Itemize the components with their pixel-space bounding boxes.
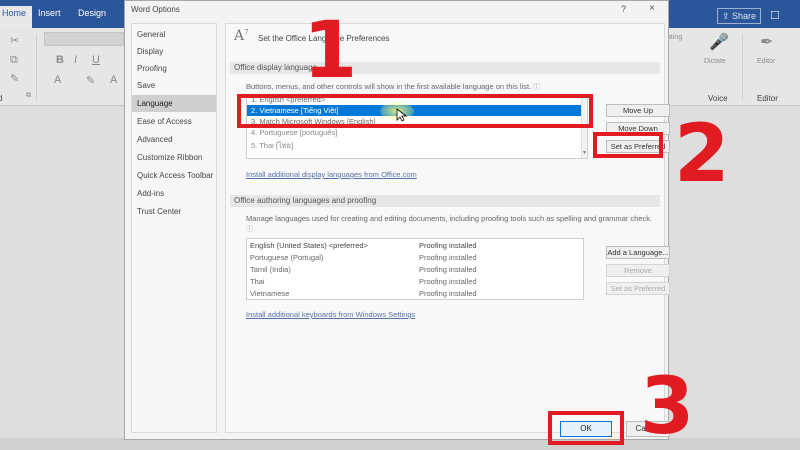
bold-icon[interactable]: B (56, 54, 64, 66)
annotation-box-set-preferred (593, 132, 663, 158)
remove-button[interactable]: Remove (606, 264, 670, 277)
list-item[interactable]: 5. Thai [ไทย] (247, 140, 581, 151)
annotation-box-ok (548, 411, 624, 445)
display-language-header: Office display language (230, 62, 660, 74)
share-icon: ⇪ (721, 11, 730, 21)
help-icon[interactable]: ? (621, 4, 626, 14)
language-cell: Tamil (India) (250, 265, 291, 274)
font-name-box[interactable] (44, 32, 124, 46)
ribbon-separator (742, 34, 743, 100)
text-effects-icon[interactable]: A (54, 74, 61, 86)
microphone-icon[interactable]: 🎤 (709, 32, 729, 52)
nav-add-ins[interactable]: Add-ins (132, 185, 216, 202)
dialog-title: Word Options (131, 5, 180, 14)
tab-home[interactable]: Home (0, 6, 33, 28)
nav-save[interactable]: Save (132, 77, 216, 94)
annotation-number: 2 (674, 107, 730, 200)
authoring-language-table[interactable]: English (United States) <preferred> Proof… (246, 238, 584, 300)
nav-display[interactable]: Display (132, 43, 216, 60)
status-cell: Proofing installed (419, 289, 477, 298)
nav-general[interactable]: General (132, 26, 216, 43)
editor-button-label[interactable]: Editor (757, 58, 775, 65)
status-cell: Proofing installed (419, 241, 477, 250)
dictate-button-label[interactable]: Dictate (704, 58, 726, 65)
close-icon[interactable]: × (649, 3, 655, 14)
language-cell: Vietnamese (250, 289, 290, 298)
highlight-icon[interactable]: ✎ (86, 74, 95, 87)
font-color-icon[interactable]: A (110, 74, 117, 86)
nav-proofing[interactable]: Proofing (132, 60, 216, 77)
dialog-launcher-icon[interactable]: ⧉ (26, 92, 31, 100)
annotation-number: 1 (303, 6, 358, 96)
language-cell: English (United States) <preferred> (250, 241, 368, 250)
table-row[interactable]: Thai Proofing installed (247, 276, 583, 288)
authoring-description-text: Manage languages used for creating and e… (246, 214, 653, 223)
language-cell: Portuguese (Portugal) (250, 253, 324, 262)
authoring-languages-description: Manage languages used for creating and e… (246, 214, 658, 235)
nav-language[interactable]: Language (132, 95, 216, 112)
info-icon: ⓘ (533, 84, 541, 91)
move-up-button[interactable]: Move Up (606, 104, 670, 117)
tab-insert[interactable]: Insert (38, 8, 61, 18)
word-options-dialog: Word Options ? × General Display Proofin… (124, 0, 670, 440)
comments-icon[interactable]: ☐ (770, 9, 780, 22)
table-row[interactable]: English (United States) <preferred> Proof… (247, 240, 583, 252)
clipboard-group-label: d (0, 94, 3, 103)
share-label: Share (732, 11, 757, 21)
display-language-description: Buttons, menus, and other controls will … (246, 82, 540, 93)
tab-design[interactable]: Design (78, 8, 106, 18)
display-description-text: Buttons, menus, and other controls will … (246, 82, 532, 91)
set-preferred-authoring-button[interactable]: Set as Preferred (606, 282, 670, 295)
nav-customize-ribbon[interactable]: Customize Ribbon (132, 149, 216, 166)
list-item[interactable]: 4. Portuguese [português] (247, 127, 581, 138)
language-icon: A7 (234, 28, 249, 44)
italic-icon[interactable]: I (74, 54, 77, 66)
install-keyboards-link[interactable]: Install additional keyboards from Window… (246, 310, 415, 319)
language-page: A7 Set the Office Language Preferences O… (225, 23, 670, 433)
table-row[interactable]: Portuguese (Portugal) Proofing installed (247, 252, 583, 264)
nav-ease-of-access[interactable]: Ease of Access (132, 113, 216, 130)
share-button[interactable]: ⇪ Share (717, 8, 761, 24)
annotation-box-language-list (237, 94, 593, 128)
status-cell: Proofing installed (419, 253, 477, 262)
language-cell: Thai (250, 277, 265, 286)
nav-quick-access-toolbar[interactable]: Quick Access Toolbar (132, 167, 216, 184)
status-cell: Proofing installed (419, 277, 477, 286)
nav-trust-center[interactable]: Trust Center (132, 203, 216, 220)
table-row[interactable]: Tamil (India) Proofing installed (247, 264, 583, 276)
editor-pen-icon[interactable]: ✒ (760, 32, 773, 52)
underline-icon[interactable]: U (92, 54, 100, 66)
add-language-button[interactable]: Add a Language... (606, 246, 670, 259)
status-cell: Proofing installed (419, 265, 477, 274)
annotation-number: 3 (640, 362, 695, 450)
scroll-down-icon[interactable]: ▼ (582, 150, 587, 156)
editor-group-label: Editor (757, 94, 778, 103)
format-painter-icon[interactable]: ✎ (10, 72, 19, 85)
table-row[interactable]: Vietnamese Proofing installed (247, 288, 583, 300)
nav-advanced[interactable]: Advanced (132, 131, 216, 148)
ribbon-partial-button[interactable]: ating (667, 34, 682, 41)
install-display-languages-link[interactable]: Install additional display languages fro… (246, 170, 417, 179)
copy-icon[interactable]: ⧉ (10, 54, 18, 67)
info-icon: ⓘ (246, 226, 253, 233)
cut-icon[interactable]: ✂ (10, 34, 19, 47)
options-nav: General Display Proofing Save Language E… (131, 23, 217, 433)
voice-group-label: Voice (708, 94, 728, 103)
ribbon-separator (36, 34, 37, 100)
authoring-languages-header: Office authoring languages and proofing (230, 195, 660, 207)
